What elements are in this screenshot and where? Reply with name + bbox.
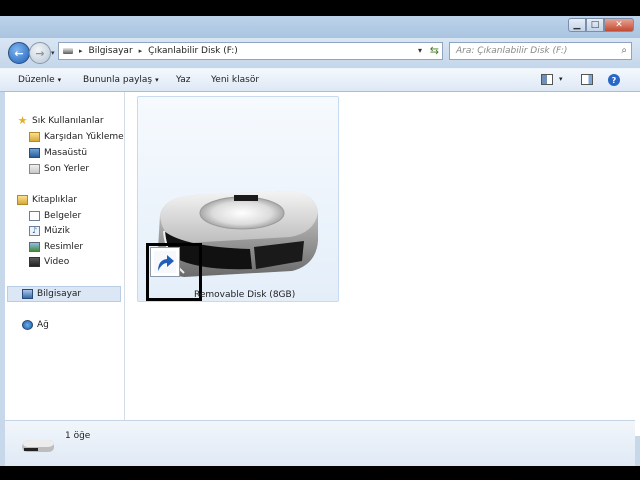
breadcrumb-separator[interactable]: ▸	[139, 47, 143, 55]
removable-drive-icon	[22, 440, 54, 452]
help-icon[interactable]: ?	[608, 74, 620, 86]
sidebar-item-label: Ağ	[37, 320, 49, 330]
sidebar-item-label: Karşıdan Yüklemeler	[44, 132, 124, 142]
burn-button[interactable]: Yaz	[176, 75, 191, 85]
sidebar-item-pictures[interactable]: Resimler	[29, 242, 83, 252]
organize-label: Düzenle	[18, 75, 55, 85]
sidebar-item-network[interactable]: Ağ	[22, 320, 49, 330]
new-folder-button[interactable]: Yeni klasör	[211, 75, 259, 85]
search-placeholder: Ara: Çıkanlabilir Disk (F:)	[456, 46, 568, 56]
share-with-button[interactable]: Bununla paylaş ▾	[83, 75, 159, 85]
search-icon[interactable]: ⌕	[621, 45, 627, 56]
details-pane: 1 öğe	[5, 420, 635, 466]
sidebar-item-documents[interactable]: Belgeler	[29, 211, 81, 221]
command-bar: Düzenle ▾ Bununla paylaş ▾ Yaz Yeni klasör…	[0, 68, 640, 92]
item-count: 1 öğe	[65, 431, 91, 441]
breadcrumb-separator[interactable]: ▸	[79, 47, 83, 55]
address-history-dropdown[interactable]: ▾	[418, 46, 422, 55]
drive-icon	[63, 48, 73, 54]
sidebar-item-recent-places[interactable]: Son Yerler	[29, 164, 89, 174]
sidebar-item-label: Bilgisayar	[37, 289, 82, 299]
arrow-right-icon: →	[35, 46, 45, 60]
sidebar-item-label: Resimler	[44, 242, 84, 252]
search-input[interactable]: Ara: Çıkanlabilir Disk (F:) ⌕	[449, 42, 632, 60]
recent-places-icon	[29, 164, 40, 174]
chevron-down-icon: ▾	[51, 49, 55, 57]
breadcrumb-removable-disk[interactable]: Çıkanlabilir Disk (F:)	[148, 46, 238, 56]
title-bar[interactable]: ▁ □ ✕	[0, 16, 640, 38]
file-item-removable-disk[interactable]: Removable Disk (8GB)	[137, 96, 339, 302]
sidebar-item-label: Son Yerler	[44, 164, 90, 174]
arrow-left-icon: ←	[14, 46, 24, 60]
breadcrumb-computer[interactable]: Bilgisayar	[89, 46, 133, 56]
downloads-folder-icon	[29, 132, 40, 142]
recent-pages-dropdown[interactable]: ▾	[51, 49, 55, 57]
minimize-button[interactable]: ▁	[568, 18, 586, 32]
sidebar-item-label: Masaüstü	[44, 148, 88, 158]
music-icon: ♪	[29, 226, 40, 236]
star-icon: ★	[17, 114, 28, 127]
navigation-pane: ★ Sık Kullanılanlar Karşıdan Yüklemeler …	[5, 92, 125, 436]
sidebar-item-downloads[interactable]: Karşıdan Yüklemeler	[29, 132, 124, 142]
chevron-down-icon: ▾	[155, 76, 159, 84]
sidebar-item-music[interactable]: ♪ Müzik	[29, 226, 70, 236]
sidebar-item-videos[interactable]: Video	[29, 257, 69, 267]
documents-icon	[29, 211, 40, 221]
desktop-icon	[29, 148, 40, 158]
back-button[interactable]: ←	[8, 42, 30, 64]
preview-pane-icon[interactable]	[581, 74, 593, 85]
address-bar[interactable]: ▸ Bilgisayar ▸ Çıkanlabilir Disk (F:) ▾ …	[58, 42, 443, 60]
file-list[interactable]: Removable Disk (8GB)	[125, 92, 640, 436]
video-icon	[29, 257, 40, 267]
sidebar-item-computer[interactable]: Bilgisayar	[22, 289, 81, 299]
address-row: ← → ▾ ▸ Bilgisayar ▸ Çıkanlabilir Disk (…	[0, 38, 640, 68]
refresh-icon[interactable]: ⇆	[430, 44, 439, 57]
sidebar-item-libraries[interactable]: Kitaplıklar	[17, 195, 77, 205]
sidebar-item-label: Kitaplıklar	[32, 195, 78, 205]
forward-button[interactable]: →	[29, 42, 51, 64]
window-controls: ▁ □ ✕	[568, 18, 634, 32]
file-item-label: Removable Disk (8GB)	[194, 290, 296, 300]
sidebar-item-label: Müzik	[44, 226, 70, 236]
computer-icon	[22, 289, 33, 299]
organize-button[interactable]: Düzenle ▾	[18, 75, 61, 85]
pictures-icon	[29, 242, 40, 252]
maximize-button[interactable]: □	[586, 18, 604, 32]
close-button[interactable]: ✕	[604, 18, 634, 32]
sidebar-item-label: Video	[44, 257, 70, 267]
libraries-icon	[17, 195, 28, 205]
view-options-dropdown[interactable]: ▾	[559, 75, 563, 83]
sidebar-item-desktop[interactable]: Masaüstü	[29, 148, 87, 158]
network-icon	[22, 320, 33, 330]
share-label: Bununla paylaş	[83, 75, 153, 85]
change-view-icon[interactable]	[541, 74, 553, 85]
sidebar-item-label: Sık Kullanılanlar	[32, 116, 104, 126]
sidebar-item-favorites[interactable]: ★ Sık Kullanılanlar	[17, 114, 104, 127]
chevron-down-icon: ▾	[57, 76, 62, 84]
sidebar-item-label: Belgeler	[44, 211, 82, 221]
explorer-window: ▁ □ ✕ ← → ▾ ▸ Bilgisayar ▸ Çıkanlabilir …	[0, 16, 640, 466]
chevron-down-icon: ▾	[559, 75, 563, 83]
